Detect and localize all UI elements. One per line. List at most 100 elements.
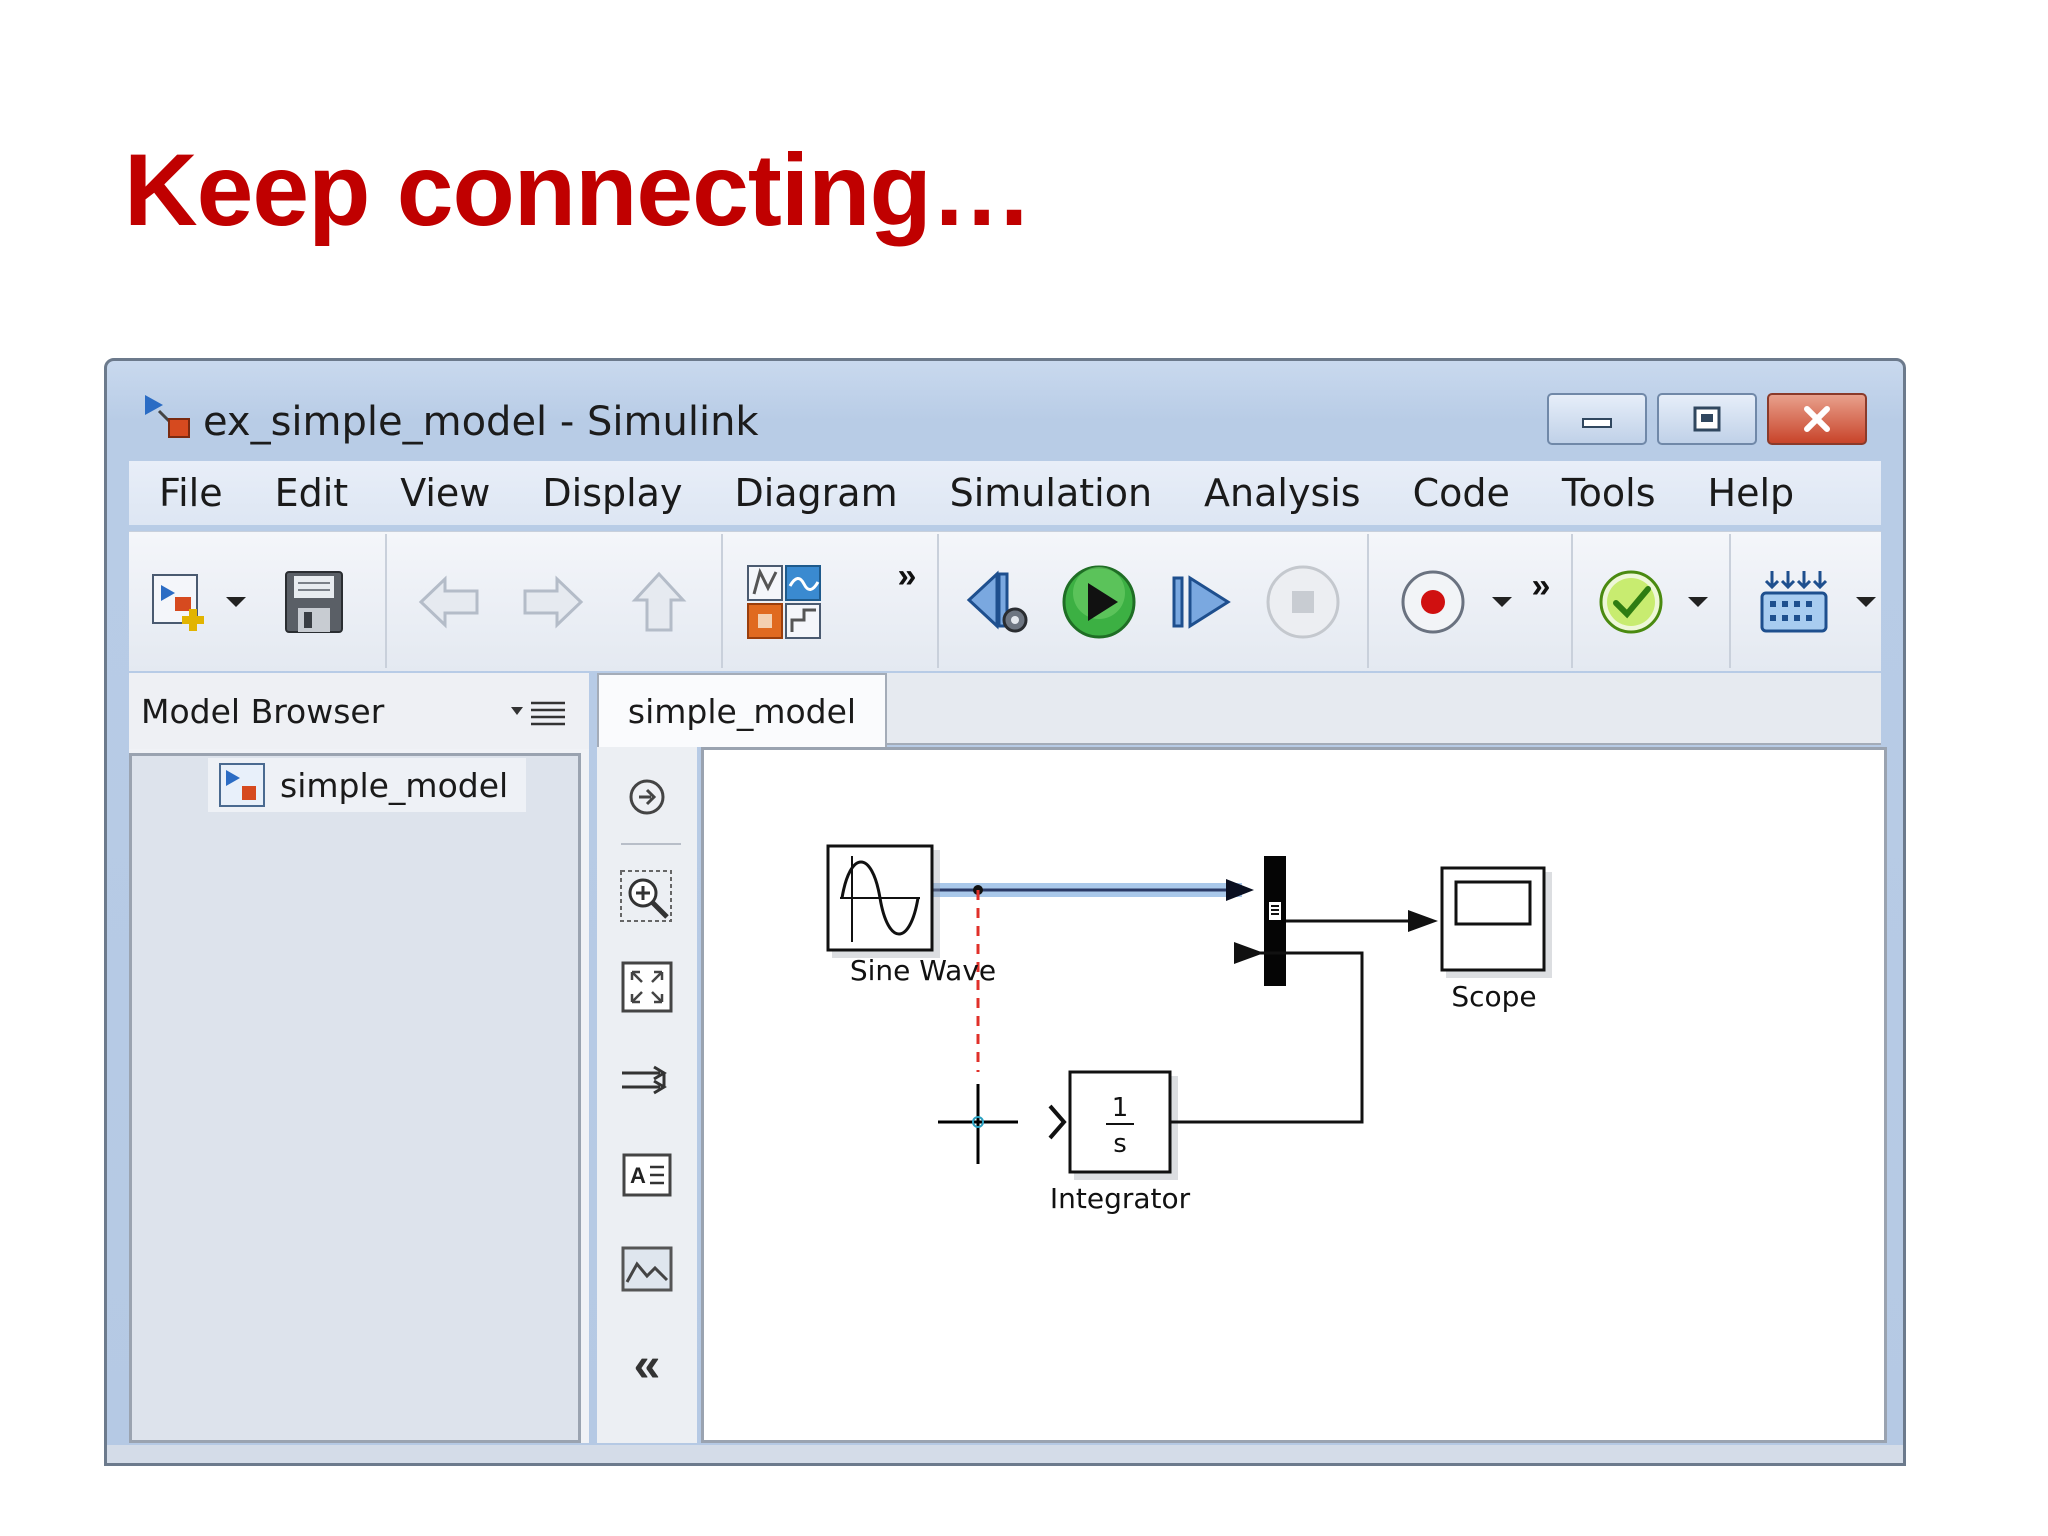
annotation-button[interactable]: A xyxy=(617,1145,677,1205)
palette-divider xyxy=(621,843,681,845)
menu-display[interactable]: Display xyxy=(542,471,682,515)
toolbar-separator xyxy=(937,534,939,668)
menu-edit[interactable]: Edit xyxy=(275,471,349,515)
menu-bar: File Edit View Display Diagram Simulatio… xyxy=(129,461,1881,525)
dropdown-arrow-icon xyxy=(1492,597,1512,607)
navigate-icon xyxy=(629,779,665,815)
step-forward-button[interactable] xyxy=(1167,562,1237,642)
save-icon xyxy=(285,571,343,633)
menu-simulation[interactable]: Simulation xyxy=(950,471,1152,515)
scope-label: Scope xyxy=(1451,980,1537,1013)
integrator-label: Integrator xyxy=(1049,1182,1191,1215)
mux-block xyxy=(1264,856,1286,986)
mux-input-arrow-2 xyxy=(1234,942,1264,964)
model-icon xyxy=(219,763,265,807)
record-dropdown[interactable] xyxy=(1487,562,1517,642)
model-browser-header: Model Browser xyxy=(129,673,589,749)
new-model-button[interactable] xyxy=(147,562,217,642)
scope-block xyxy=(1440,866,1552,978)
crosshair-cursor xyxy=(938,1084,1018,1164)
zoom-button[interactable] xyxy=(617,867,677,927)
tool-palette: A « xyxy=(597,747,697,1443)
panel-menu-icon[interactable] xyxy=(509,697,569,727)
run-icon xyxy=(1062,565,1136,639)
scope-input-arrow xyxy=(1408,910,1438,932)
model-advisor-button[interactable] xyxy=(1591,562,1671,642)
model-canvas[interactable]: 1 s Sine Wave Integrator Scope xyxy=(701,747,1887,1443)
signal-route-button[interactable] xyxy=(617,1051,677,1111)
hardware-dropdown[interactable] xyxy=(1851,562,1881,642)
status-bar xyxy=(107,1445,1903,1463)
model-advisor-dropdown[interactable] xyxy=(1683,562,1713,642)
menu-help[interactable]: Help xyxy=(1708,471,1795,515)
close-icon xyxy=(1804,406,1830,432)
title-bar[interactable]: ex_simple_model - Simulink xyxy=(107,361,1903,455)
new-model-icon xyxy=(152,574,204,631)
dropdown-arrow-icon xyxy=(1856,597,1876,607)
toolbar-separator xyxy=(385,534,387,668)
step-back-button[interactable] xyxy=(959,562,1039,642)
menu-analysis[interactable]: Analysis xyxy=(1204,471,1361,515)
integrator-block: 1 s xyxy=(1068,1070,1178,1180)
toolbar-overflow-button-2[interactable]: » xyxy=(1521,566,1561,606)
toolbar-overflow-button[interactable]: » xyxy=(887,556,927,596)
integrator-numerator: 1 xyxy=(1112,1093,1129,1123)
forward-button[interactable] xyxy=(513,562,593,642)
tree-item-simple-model[interactable]: simple_model xyxy=(208,758,526,812)
toolbar-separator xyxy=(1571,534,1573,668)
tree-item-label: simple_model xyxy=(280,765,509,805)
menu-tools[interactable]: Tools xyxy=(1562,471,1656,515)
library-browser-button[interactable] xyxy=(739,562,829,642)
up-icon xyxy=(631,571,687,632)
editor-tab-strip: simple_model xyxy=(597,673,1881,747)
fit-view-button[interactable] xyxy=(617,957,677,1017)
dropdown-arrow-icon xyxy=(226,597,246,607)
svg-text:A: A xyxy=(630,1163,646,1188)
library-browser-icon xyxy=(747,565,821,639)
menu-file[interactable]: File xyxy=(159,471,223,515)
image-button[interactable] xyxy=(617,1239,677,1299)
stop-icon xyxy=(1266,565,1340,639)
maximize-button[interactable] xyxy=(1657,393,1757,445)
back-button[interactable] xyxy=(409,562,489,642)
menu-code[interactable]: Code xyxy=(1413,471,1510,515)
toolbar-separator xyxy=(1367,534,1369,668)
save-button[interactable] xyxy=(279,562,349,642)
dropdown-arrow-icon xyxy=(1688,597,1708,607)
hardware-icon xyxy=(1760,571,1828,633)
close-button[interactable] xyxy=(1767,393,1867,445)
integrator-input-port xyxy=(1048,1104,1067,1140)
minimize-icon xyxy=(1582,418,1612,428)
model-browser-title: Model Browser xyxy=(141,691,385,731)
toolbar-separator xyxy=(1729,534,1731,668)
zoom-icon xyxy=(620,870,672,922)
window-title: ex_simple_model - Simulink xyxy=(203,399,759,445)
check-icon xyxy=(1599,570,1663,634)
sine-wave-block xyxy=(826,844,940,958)
maximize-icon xyxy=(1693,406,1721,432)
step-back-icon xyxy=(966,570,1028,633)
menu-diagram[interactable]: Diagram xyxy=(734,471,897,515)
simulink-window: ex_simple_model - Simulink File Edit Vie… xyxy=(104,358,1906,1466)
minimize-button[interactable] xyxy=(1547,393,1647,445)
back-icon xyxy=(418,575,479,629)
new-model-dropdown[interactable] xyxy=(221,562,251,642)
hardware-button[interactable] xyxy=(1749,562,1839,642)
menu-view[interactable]: View xyxy=(400,471,490,515)
step-forward-icon xyxy=(1172,575,1231,629)
tab-simple-model[interactable]: simple_model xyxy=(597,673,887,747)
stop-button[interactable] xyxy=(1263,562,1343,642)
block-diagram: 1 s xyxy=(826,844,1552,1180)
slide-title: Keep connecting… xyxy=(124,133,1033,247)
collapse-palette-button[interactable]: « xyxy=(617,1335,677,1395)
record-button[interactable] xyxy=(1393,562,1473,642)
forward-icon xyxy=(523,575,584,629)
tab-label: simple_model xyxy=(627,691,857,731)
record-icon xyxy=(1401,570,1465,634)
annotation-icon: A xyxy=(622,1153,672,1197)
toolbar-separator xyxy=(721,534,723,668)
run-button[interactable] xyxy=(1059,562,1139,642)
navigate-button[interactable] xyxy=(617,767,677,827)
signal-route-icon xyxy=(622,1065,667,1095)
up-button[interactable] xyxy=(619,562,699,642)
